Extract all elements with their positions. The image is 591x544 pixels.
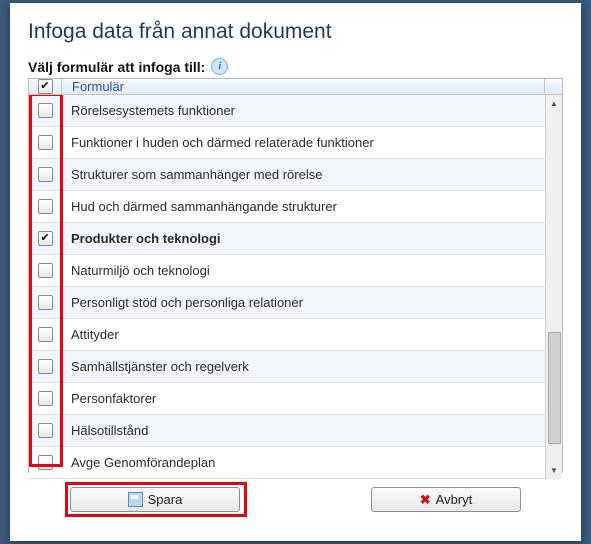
row-checkbox[interactable] — [38, 199, 53, 214]
table-header: Formulär — [29, 79, 562, 95]
cancel-button[interactable]: ✖ Avbryt — [371, 487, 521, 512]
row-checkbox[interactable] — [38, 231, 53, 246]
subtitle-row: Välj formulär att infoga till: i — [28, 58, 563, 75]
save-button[interactable]: Spara — [70, 487, 240, 512]
insert-data-dialog: Infoga data från annat dokument Välj for… — [10, 3, 581, 541]
table-row[interactable]: Funktioner i huden och därmed relaterade… — [29, 127, 545, 159]
info-icon[interactable]: i — [211, 58, 228, 75]
row-label: Avge Genomförandeplan — [61, 455, 545, 470]
row-label: Hud och därmed sammanhängande strukturer — [61, 199, 545, 214]
scroll-thumb[interactable] — [548, 332, 561, 444]
row-checkbox-cell[interactable] — [29, 391, 61, 406]
header-scroll-spacer — [545, 79, 562, 94]
table-row[interactable]: Personligt stöd och personliga relatione… — [29, 287, 545, 319]
row-checkbox-cell[interactable] — [29, 135, 61, 150]
table-row[interactable]: Naturmiljö och teknologi — [29, 255, 545, 287]
row-checkbox[interactable] — [38, 263, 53, 278]
select-all-checkbox[interactable] — [38, 79, 53, 94]
row-checkbox[interactable] — [38, 135, 53, 150]
select-all-cell[interactable] — [29, 79, 62, 94]
table-body: Rörelsesystemets funktioner Funktioner i … — [29, 95, 562, 479]
row-label: Hälsotillstånd — [61, 423, 545, 438]
table-row[interactable]: Attityder — [29, 319, 545, 351]
rows-area: Rörelsesystemets funktioner Funktioner i … — [29, 95, 545, 479]
row-label: Produkter och teknologi — [61, 231, 545, 246]
row-checkbox[interactable] — [38, 359, 53, 374]
row-checkbox-cell[interactable] — [29, 327, 61, 342]
table-row[interactable]: Samhällstjänster och regelverk — [29, 351, 545, 383]
row-label: Samhällstjänster och regelverk — [61, 359, 545, 374]
vertical-scrollbar[interactable]: ▲ ▼ — [545, 95, 562, 479]
column-header-form[interactable]: Formulär — [62, 79, 545, 94]
table-row[interactable]: Rörelsesystemets funktioner — [29, 95, 545, 127]
table-row[interactable]: Produkter och teknologi — [29, 223, 545, 255]
row-checkbox-cell[interactable] — [29, 167, 61, 182]
dialog-title: Infoga data från annat dokument — [28, 20, 563, 44]
row-label: Funktioner i huden och därmed relaterade… — [61, 135, 545, 150]
row-checkbox-cell[interactable] — [29, 295, 61, 310]
dialog-subtitle: Välj formulär att infoga till: — [28, 59, 205, 75]
row-checkbox[interactable] — [38, 327, 53, 342]
row-checkbox[interactable] — [38, 103, 53, 118]
scroll-track[interactable] — [547, 112, 562, 462]
table-row[interactable]: Personfaktorer — [29, 383, 545, 415]
cancel-icon: ✖ — [420, 493, 431, 506]
table-row[interactable]: Hälsotillstånd — [29, 415, 545, 447]
table-row[interactable]: Strukturer som sammanhänger med rörelse — [29, 159, 545, 191]
row-checkbox[interactable] — [38, 295, 53, 310]
row-label: Rörelsesystemets funktioner — [61, 103, 545, 118]
row-label: Naturmiljö och teknologi — [61, 263, 545, 278]
row-label: Attityder — [61, 327, 545, 342]
row-checkbox-cell[interactable] — [29, 263, 61, 278]
form-table: Formulär Rörelsesystemets funktioner Funk… — [28, 78, 563, 473]
row-checkbox[interactable] — [38, 391, 53, 406]
row-label: Strukturer som sammanhänger med rörelse — [61, 167, 545, 182]
save-icon — [128, 492, 143, 507]
row-checkbox[interactable] — [38, 167, 53, 182]
scroll-up-button[interactable]: ▲ — [547, 95, 562, 112]
row-label: Personfaktorer — [61, 391, 545, 406]
row-checkbox[interactable] — [38, 423, 53, 438]
row-checkbox[interactable] — [38, 455, 53, 470]
row-checkbox-cell[interactable] — [29, 103, 61, 118]
row-checkbox-cell[interactable] — [29, 423, 61, 438]
row-checkbox-cell[interactable] — [29, 455, 61, 470]
save-button-label: Spara — [148, 492, 183, 507]
cancel-button-label: Avbryt — [436, 492, 473, 507]
row-label: Personligt stöd och personliga relatione… — [61, 295, 545, 310]
table-row[interactable]: Hud och därmed sammanhängande strukturer — [29, 191, 545, 223]
dialog-footer: Spara ✖ Avbryt — [28, 473, 563, 512]
row-checkbox-cell[interactable] — [29, 199, 61, 214]
row-checkbox-cell[interactable] — [29, 359, 61, 374]
row-checkbox-cell[interactable] — [29, 231, 61, 246]
